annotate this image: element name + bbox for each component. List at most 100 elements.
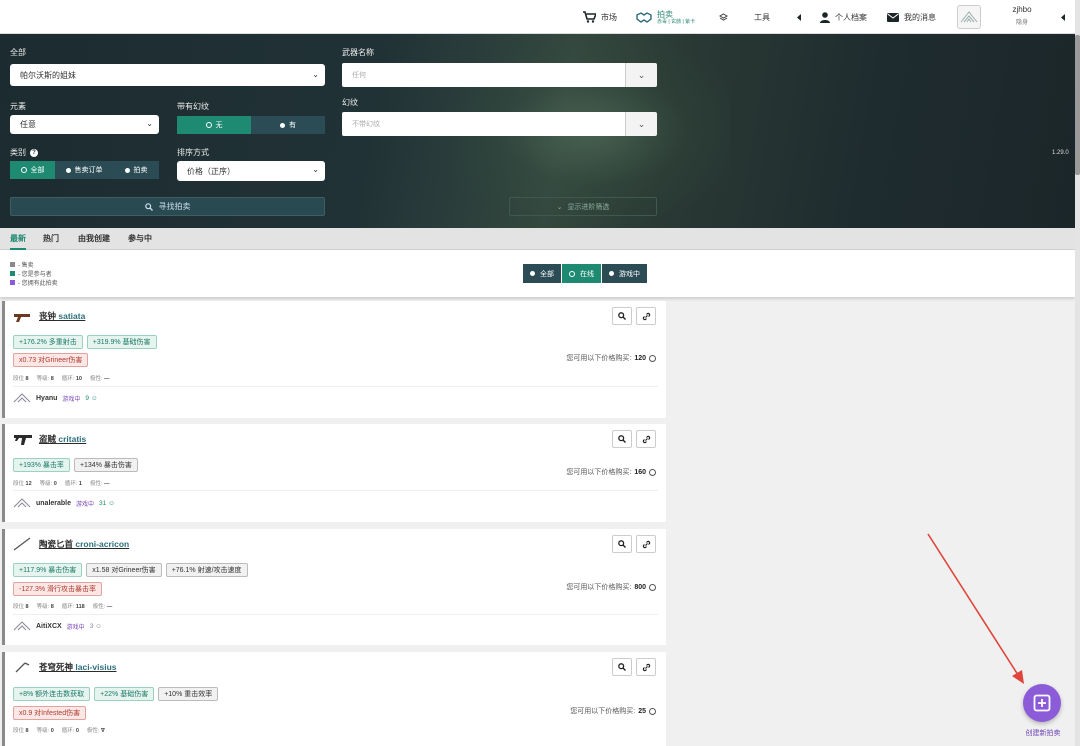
positive-stats: +117.9% 暴击伤害 x1.58 对Grineer伤害 +76.1% 射速/…	[13, 563, 248, 577]
type-auction-button[interactable]: 拍卖	[113, 161, 159, 179]
tab-created-by-me[interactable]: 由我创建	[78, 228, 110, 250]
nav-market[interactable]: 市场	[583, 0, 617, 34]
weapon-name[interactable]: 盗贼 critatis	[39, 433, 86, 445]
nav-auction[interactable]: 拍卖 赤毒 | 玄骸 | 紫卡	[636, 0, 695, 34]
nav-market-label: 市场	[601, 12, 617, 22]
weapon-name[interactable]: 丧钟 satiata	[39, 310, 85, 322]
inspect-button[interactable]	[612, 307, 632, 325]
search-icon	[618, 435, 626, 443]
user-icon	[820, 11, 830, 23]
seller-reputation: 3 ☺	[89, 622, 102, 630]
page-scrollbar[interactable]	[1075, 0, 1080, 746]
seller-avatar-icon	[13, 498, 31, 508]
riven-stats: 段位 8 等级: 0 循环: 0 极性: ∇	[13, 726, 105, 734]
scrollbar-thumb[interactable]	[1075, 35, 1080, 175]
legend-sell: - 售卖	[10, 260, 34, 269]
nav-profile[interactable]: 个人档案	[820, 0, 867, 34]
category-select[interactable]: 帕尔沃斯的姐妹 ⌄	[10, 64, 325, 86]
radio-icon	[280, 122, 285, 128]
riven-combobox[interactable]: 不带幻纹 ⌄	[342, 112, 657, 136]
type-sell-button[interactable]: 售卖订单	[55, 161, 113, 179]
nav-tools[interactable]: 工具	[754, 0, 770, 34]
copy-link-button[interactable]	[636, 307, 656, 325]
weapon-name-cn: 苍穹死神	[39, 662, 74, 672]
nav-messages[interactable]: 我的消息	[887, 0, 936, 34]
price-label: 您可用以下价格购买:	[566, 355, 632, 362]
weapon-combobox[interactable]: 任何 ⌄	[342, 63, 657, 87]
seller-status: 游戏中	[62, 396, 81, 403]
type-all-button[interactable]: 全部	[10, 161, 55, 179]
copy-link-button[interactable]	[636, 430, 656, 448]
create-auction-label: 创建新拍卖	[1025, 730, 1061, 737]
seller-name[interactable]: AitiXCX	[36, 623, 62, 630]
legend-text: - 售卖	[18, 263, 34, 269]
weapon-input[interactable]: 任何	[342, 63, 625, 87]
inspect-button[interactable]	[612, 430, 632, 448]
auction-card: 丧钟 satiata +176.2% 多重射击 +319.9% 基础伤害 x0.…	[2, 301, 666, 418]
seller-name[interactable]: unalerable	[36, 500, 71, 507]
link-icon	[642, 435, 650, 443]
advanced-filter-button[interactable]: ⌄ 显示进阶筛选	[509, 197, 657, 216]
polarity-stat: 极性: —	[92, 604, 113, 610]
status-online-button[interactable]: 在线	[562, 264, 601, 283]
status-all-button[interactable]: 全部	[523, 264, 561, 283]
ephemera-yes-button[interactable]: 有	[251, 116, 325, 134]
stat-chip: +22% 基础伤害	[94, 687, 155, 701]
caret-left-icon	[1061, 13, 1065, 21]
legend-swatch	[10, 280, 15, 285]
riven-dropdown-button[interactable]: ⌄	[625, 112, 657, 136]
weapon-dropdown-button[interactable]: ⌄	[625, 63, 657, 87]
seller-info[interactable]: Hyanu 游戏中 9 ☺	[13, 393, 97, 403]
chevron-down-icon: ⌄	[312, 70, 319, 79]
search-icon	[144, 202, 153, 211]
mastery-stat: 等级: 8	[36, 376, 54, 382]
auction-card: 陶瓷匕首 croni-acricon +117.9% 暴击伤害 x1.58 对G…	[2, 529, 666, 645]
chevron-down-icon: ⌄	[146, 119, 153, 128]
sort-select[interactable]: 价格（正序） ⌄	[177, 161, 325, 181]
top-navbar: 市场 拍卖 赤毒 | 玄骸 | 紫卡 工具 个人档案 我的消息 zjhbo 隐身	[0, 0, 1075, 34]
create-auction-button[interactable]	[1023, 684, 1061, 722]
layers-button[interactable]	[719, 0, 728, 34]
user-menu[interactable]: zjhbo 隐身	[1000, 5, 1044, 26]
ephemera-no-button[interactable]: 无	[177, 116, 251, 134]
inspect-button[interactable]	[612, 658, 632, 676]
seller-name[interactable]: Hyanu	[36, 395, 57, 402]
stat-chip: +76.1% 射速/攻击速度	[165, 563, 248, 577]
status-ingame-button[interactable]: 游戏中	[602, 264, 647, 283]
weapon-name[interactable]: 苍穹死神 laci-visius	[39, 661, 117, 673]
user-avatar[interactable]	[957, 0, 981, 34]
copy-link-button[interactable]	[636, 535, 656, 553]
stat-chip: +117.9% 暴击伤害	[13, 563, 83, 577]
riven-input[interactable]: 不带幻纹	[342, 112, 625, 136]
seller-info[interactable]: AitiXCX 游戏中 3 ☺	[13, 621, 102, 631]
card-divider	[13, 386, 658, 387]
weapon-name[interactable]: 陶瓷匕首 croni-acricon	[39, 538, 129, 550]
positive-stats: +193% 暴击率 +134% 暴击伤害	[13, 458, 138, 472]
search-auctions-button[interactable]: 寻找拍卖	[10, 197, 325, 216]
weapon-name-en: satiata	[58, 311, 86, 321]
tab-latest[interactable]: 最新	[10, 228, 26, 250]
weapon-name-en: critatis	[58, 434, 87, 444]
nav-collapse-left[interactable]	[797, 0, 802, 34]
seller-avatar-icon	[13, 393, 31, 403]
nav-collapse-right[interactable]	[1061, 0, 1066, 34]
inspect-button[interactable]	[612, 535, 632, 553]
cart-icon	[583, 11, 596, 23]
type-label-row: 类别 ?	[10, 147, 38, 158]
help-icon[interactable]: ?	[30, 148, 38, 157]
ephemera-label: 带有幻纹	[177, 102, 209, 111]
status-online-label: 在线	[580, 270, 594, 278]
chevron-down-icon: ⌄	[312, 165, 319, 174]
seller-info[interactable]: unalerable 游戏中 31 ☺	[13, 498, 115, 508]
tab-popular[interactable]: 热门	[43, 228, 59, 250]
user-status: 隐身	[1015, 20, 1028, 26]
tab-participating[interactable]: 参与中	[128, 228, 152, 250]
element-select[interactable]: 任意 ⌄	[10, 115, 159, 134]
copy-link-button[interactable]	[636, 658, 656, 676]
stat-chip: +193% 暴击率	[13, 458, 70, 472]
element-label: 元素	[10, 102, 26, 111]
seller-status: 游戏中	[76, 501, 95, 508]
rolls-stat: 循环: 10	[61, 376, 82, 382]
buyout-price: 您可用以下价格购买: 120	[566, 353, 656, 363]
stat-chip: -127.3% 滑行攻击暴击率	[13, 582, 103, 596]
